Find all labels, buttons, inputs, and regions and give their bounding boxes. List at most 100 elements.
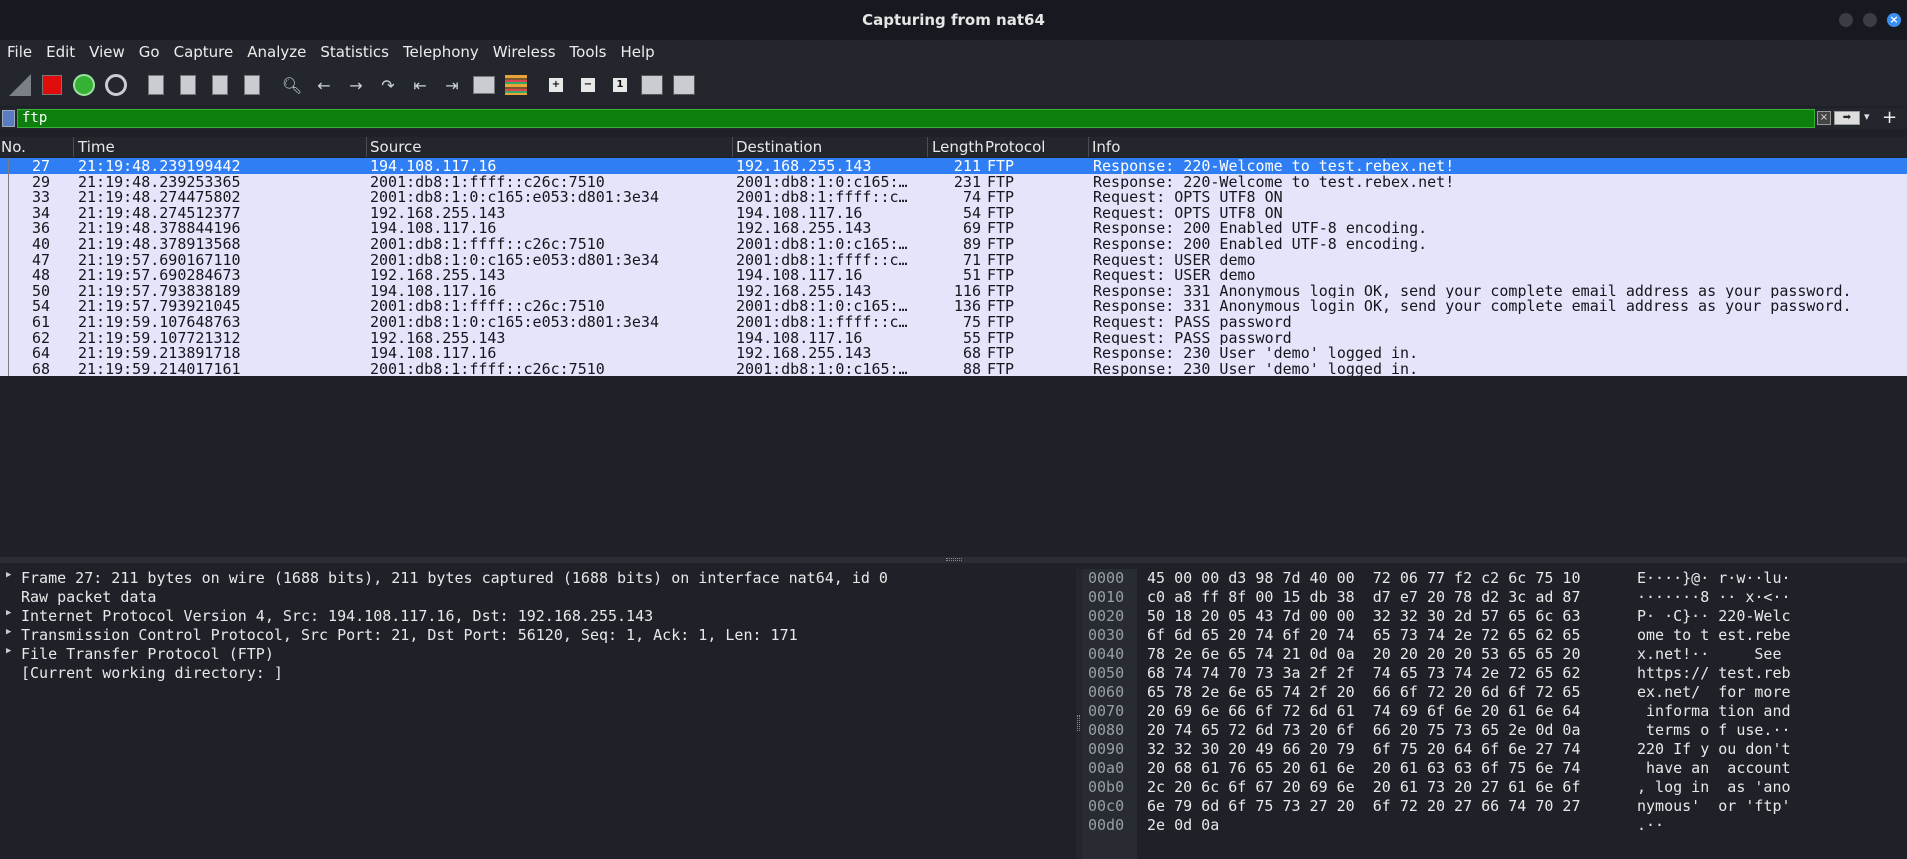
filter-bookmark-icon[interactable] — [2, 110, 15, 127]
menu-go[interactable]: Go — [139, 43, 160, 61]
display-filter-input[interactable]: ftp — [17, 109, 1815, 128]
packet-row[interactable]: 36 21:19:48.378844196 194.108.117.16 192.16… — [0, 220, 1907, 236]
close-window-button[interactable]: × — [1887, 13, 1901, 27]
expand-subtrees-icon[interactable] — [670, 71, 698, 99]
hex-bytes[interactable]: 6e 79 6d 6f 75 73 27 20 6f 72 20 27 66 7… — [1147, 797, 1580, 815]
expand-arrow-icon[interactable]: ▶ — [6, 570, 11, 580]
minimize-button[interactable] — [1839, 13, 1853, 27]
packet-row[interactable]: 29 21:19:48.239253365 2001:db8:1:ffff::c26… — [0, 173, 1907, 190]
first-packet-icon[interactable]: ⇤ — [406, 71, 434, 99]
hex-bytes[interactable]: 2e 0d 0a — [1147, 816, 1219, 834]
hex-bytes[interactable]: 32 32 30 20 49 66 20 79 6f 75 20 64 6f 6… — [1147, 740, 1580, 758]
column-header-protocol[interactable]: Protocol — [985, 138, 1045, 156]
add-filter-button-icon[interactable]: + — [1882, 107, 1897, 128]
menu-view[interactable]: View — [89, 43, 125, 61]
expand-arrow-icon[interactable]: ▶ — [6, 627, 11, 637]
menu-capture[interactable]: Capture — [174, 43, 234, 61]
capture-options-icon[interactable] — [102, 71, 130, 99]
column-header-length[interactable]: Length — [932, 138, 984, 156]
packet-list[interactable]: No. Time Source Destination Length Proto… — [0, 137, 1907, 425]
hex-bytes[interactable]: 45 00 00 d3 98 7d 40 00 72 06 77 f2 c2 6… — [1147, 569, 1580, 587]
hex-bytes[interactable]: 6f 6d 65 20 74 6f 20 74 65 73 74 2e 72 6… — [1147, 626, 1580, 644]
auto-scroll-icon[interactable] — [470, 71, 498, 99]
ascii-bytes[interactable]: .·· — [1637, 816, 1664, 834]
menu-wireless[interactable]: Wireless — [493, 43, 556, 61]
open-file-icon[interactable] — [142, 71, 170, 99]
apply-filter-button[interactable]: ➡ — [1834, 111, 1860, 125]
hex-bytes[interactable]: 65 78 2e 6e 65 74 2f 20 66 6f 72 20 6d 6… — [1147, 683, 1580, 701]
packet-row[interactable]: 47 21:19:57.690167110 2001:db8:1:0:c165:e0… — [0, 251, 1907, 268]
menu-edit[interactable]: Edit — [46, 43, 75, 61]
stop-capture-icon[interactable] — [38, 71, 66, 99]
packet-row[interactable]: 50 21:19:57.793838189 194.108.117.16 192.16… — [0, 282, 1907, 299]
packet-row[interactable]: 54 21:19:57.793921045 2001:db8:1:ffff::c26… — [0, 298, 1907, 314]
packet-row[interactable]: 40 21:19:48.378913568 2001:db8:1:ffff::c26… — [0, 236, 1907, 252]
ascii-bytes[interactable]: , log in as 'ano — [1637, 778, 1791, 796]
ascii-bytes[interactable]: ome to t est.rebe — [1637, 626, 1791, 644]
packet-row[interactable]: 68 21:19:59.214017161 2001:db8:1:ffff::c26… — [0, 360, 1907, 377]
hex-bytes[interactable]: 20 74 65 72 6d 73 20 6f 66 20 75 73 65 2… — [1147, 721, 1580, 739]
packet-row[interactable]: 64 21:19:59.213891718 194.108.117.16 192.16… — [0, 345, 1907, 361]
ascii-bytes[interactable]: 220 If y ou don't — [1637, 740, 1791, 758]
zoom-in-icon[interactable]: + — [542, 71, 570, 99]
ascii-bytes[interactable]: x.net!·· See — [1637, 645, 1791, 663]
restart-capture-icon[interactable] — [70, 71, 98, 99]
packet-details-pane[interactable]: ▶ Frame 27: 211 bytes on wire (1688 bits)… — [0, 569, 1076, 859]
go-to-packet-icon[interactable]: ↷ — [374, 71, 402, 99]
shark-fin-icon[interactable] — [6, 71, 34, 99]
go-forward-icon[interactable]: → — [342, 71, 370, 99]
hex-bytes[interactable]: 2c 20 6c 6f 67 20 69 6e 20 61 73 20 27 6… — [1147, 778, 1580, 796]
column-header-no[interactable]: No. — [1, 138, 26, 156]
menu-analyze[interactable]: Analyze — [247, 43, 306, 61]
packet-row[interactable]: 34 21:19:48.274512377 192.168.255.143 194.1… — [0, 204, 1907, 221]
save-file-icon[interactable] — [174, 71, 202, 99]
normal-size-icon[interactable]: 1 — [606, 71, 634, 99]
hex-bytes[interactable]: c0 a8 ff 8f 00 15 db 38 d7 e7 20 78 d2 3… — [1147, 588, 1580, 606]
ascii-bytes[interactable]: ex.net/ for more — [1637, 683, 1791, 701]
hex-bytes[interactable]: 68 74 74 70 73 3a 2f 2f 74 65 73 74 2e 7… — [1147, 664, 1580, 682]
ascii-bytes[interactable]: ·······8 ·· x·<·· — [1637, 588, 1791, 606]
column-header-time[interactable]: Time — [78, 138, 115, 156]
menu-statistics[interactable]: Statistics — [320, 43, 389, 61]
packet-row[interactable]: 62 21:19:59.107721312 192.168.255.143 194.1… — [0, 329, 1907, 346]
expand-arrow-icon[interactable]: ▶ — [6, 608, 11, 618]
menu-help[interactable]: Help — [620, 43, 654, 61]
packet-row[interactable]: 33 21:19:48.274475802 2001:db8:1:0:c165:e0… — [0, 189, 1907, 205]
filter-history-dropdown[interactable]: ▾ — [1864, 110, 1870, 123]
ascii-bytes[interactable]: E····}@· r·w··lu· — [1637, 569, 1791, 587]
ascii-bytes[interactable]: P· ·C}·· 220-Welc — [1637, 607, 1791, 625]
go-back-icon[interactable]: ← — [310, 71, 338, 99]
ascii-bytes[interactable]: terms o f use.·· — [1637, 721, 1791, 739]
expand-arrow-icon[interactable]: ▶ — [6, 646, 11, 656]
ascii-bytes[interactable]: nymous' or 'ftp' — [1637, 797, 1791, 815]
menu-telephony[interactable]: Telephony — [403, 43, 479, 61]
ascii-bytes[interactable]: have an account — [1637, 759, 1791, 777]
packet-bytes-pane[interactable]: 0000 45 00 00 d3 98 7d 40 00 72 06 77 f2 … — [1082, 569, 1907, 859]
zoom-out-icon[interactable]: − — [574, 71, 602, 99]
packet-row[interactable]: 48 21:19:57.690284673 192.168.255.143 194.1… — [0, 267, 1907, 283]
hex-bytes[interactable]: 20 69 6e 66 6f 72 6d 61 74 69 6f 6e 20 6… — [1147, 702, 1580, 720]
packet-time: 21:19:57.690284673 — [78, 267, 241, 283]
maximize-button[interactable] — [1863, 13, 1877, 27]
colorize-icon[interactable] — [502, 71, 530, 99]
find-packet-icon[interactable]: 🔍︎ — [278, 71, 306, 99]
column-header-info[interactable]: Info — [1092, 138, 1120, 156]
packet-row[interactable]: 27 21:19:48.239199442 194.108.117.16 192.16… — [0, 158, 1907, 174]
menu-tools[interactable]: Tools — [570, 43, 607, 61]
resize-columns-icon[interactable] — [638, 71, 666, 99]
ascii-bytes[interactable]: https:// test.reb — [1637, 664, 1791, 682]
pane-splitter[interactable] — [0, 557, 1907, 563]
last-packet-icon[interactable]: ⇥ — [438, 71, 466, 99]
clear-filter-button[interactable]: × — [1817, 111, 1831, 125]
hex-bytes[interactable]: 78 2e 6e 65 74 21 0d 0a 20 20 20 20 53 6… — [1147, 645, 1580, 663]
ascii-bytes[interactable]: informa tion and — [1637, 702, 1791, 720]
reload-file-icon[interactable] — [238, 71, 266, 99]
packet-protocol: FTP — [987, 267, 1015, 283]
column-header-source[interactable]: Source — [370, 138, 422, 156]
hex-bytes[interactable]: 20 68 61 76 65 20 61 6e 20 61 63 63 6f 7… — [1147, 759, 1580, 777]
hex-bytes[interactable]: 50 18 20 05 43 7d 00 00 32 32 30 2d 57 6… — [1147, 607, 1580, 625]
close-file-icon[interactable] — [206, 71, 234, 99]
column-header-destination[interactable]: Destination — [736, 138, 822, 156]
packet-row[interactable]: 61 21:19:59.107648763 2001:db8:1:0:c165:e0… — [0, 314, 1907, 330]
menu-file[interactable]: File — [7, 43, 32, 61]
